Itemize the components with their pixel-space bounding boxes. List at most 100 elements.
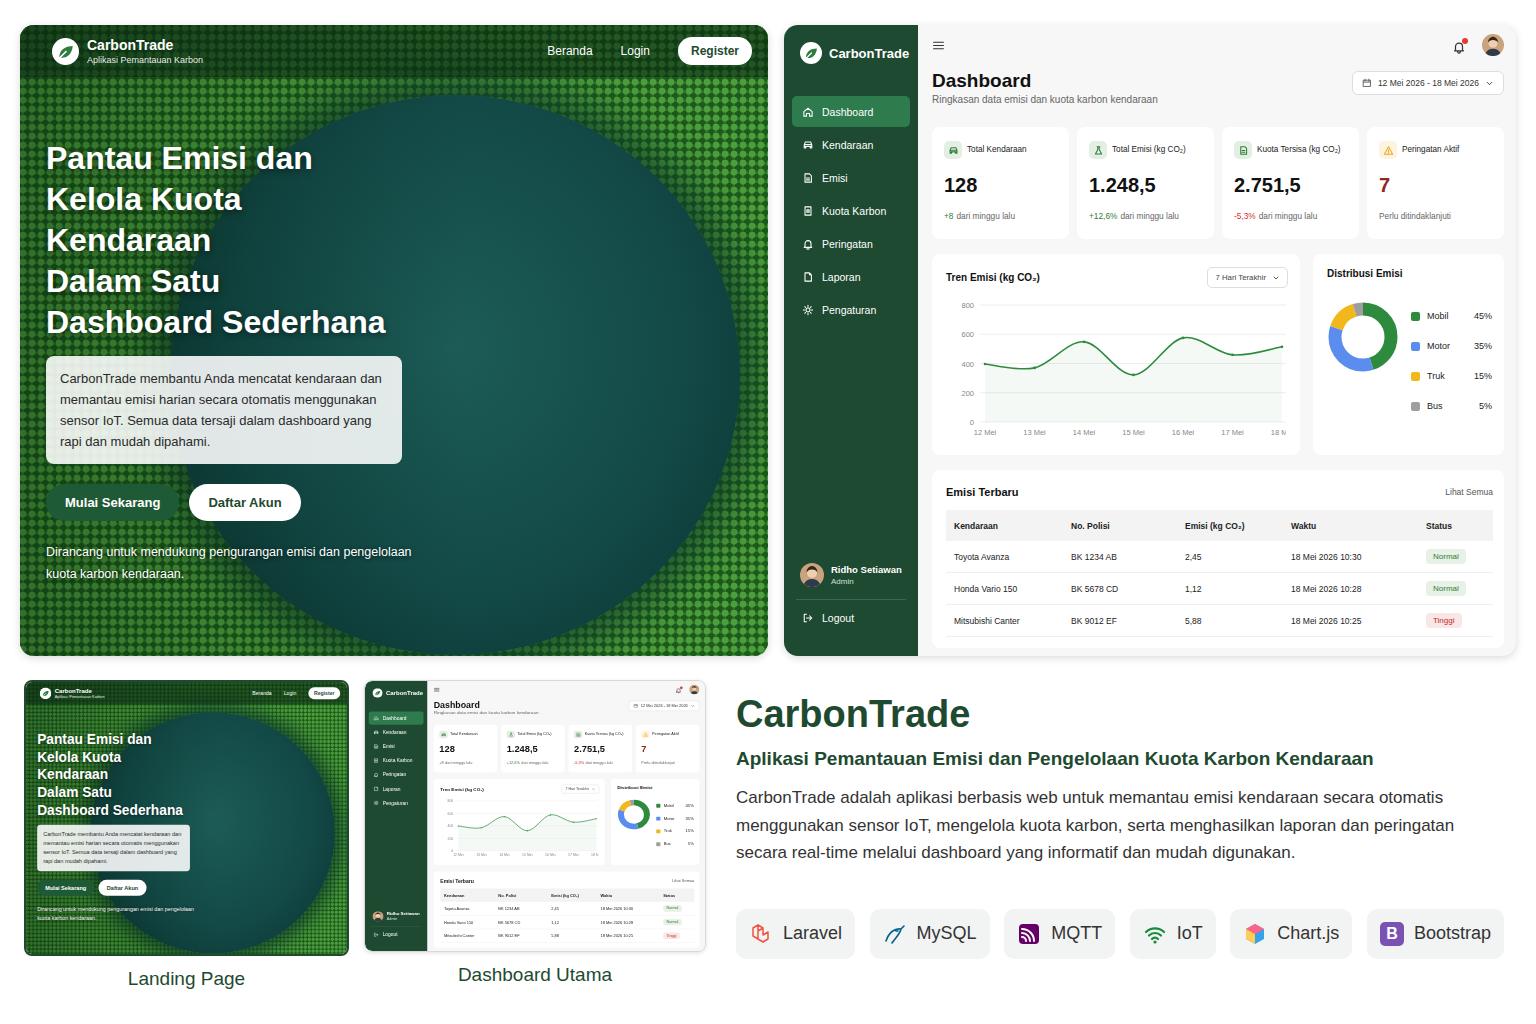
table-cell: Mitsubishi Canter — [444, 934, 498, 938]
x-label: 18 Mei — [1271, 428, 1286, 437]
stat-note-text: dari minggu lalu — [956, 211, 1015, 221]
bottom-row: CarbonTradeAplikasi Pemantauan KarbonBer… — [0, 656, 1536, 990]
data-point[interactable] — [573, 822, 574, 823]
data-point[interactable] — [504, 816, 505, 817]
sidebar-item[interactable]: Laporan — [369, 782, 424, 795]
sidebar-label: Pengaturan — [822, 304, 876, 316]
table-row[interactable]: Mitsubishi CanterBK 9012 EF5,8818 Mei 20… — [440, 929, 694, 943]
nav-link[interactable]: Login — [284, 690, 297, 696]
data-point[interactable] — [1132, 374, 1135, 377]
data-point[interactable] — [481, 827, 482, 828]
sidebar-item[interactable]: Emisi — [369, 740, 424, 753]
data-point[interactable] — [1231, 354, 1234, 357]
table-cell: 18 Mei 2026 10:30 — [600, 906, 663, 910]
legend-percent: 5% — [688, 842, 694, 846]
preview-thumbnail[interactable]: CarbonTradeDashboardKendaraanEmisiKuota … — [364, 680, 706, 952]
sidebar-item[interactable]: Dashboard — [369, 711, 424, 724]
car-icon — [948, 145, 959, 156]
table-row[interactable]: Mitsubishi CanterBK 9012 EF5,8818 Mei 20… — [946, 605, 1493, 637]
sidebar-item[interactable]: Peringatan — [792, 228, 910, 259]
hero-button[interactable]: Mulai Sekarang — [37, 880, 94, 896]
sidebar-item[interactable]: Pengaturan — [792, 294, 910, 325]
table-row[interactable]: Toyota AvanzaBK 1234 AB2,4518 Mei 2026 1… — [946, 541, 1493, 573]
donut-segment[interactable] — [621, 803, 647, 827]
sidebar-item[interactable]: Dashboard — [792, 96, 910, 127]
range-select[interactable]: 7 Hari Terakhir — [1207, 267, 1288, 288]
donut-segment[interactable] — [1335, 309, 1391, 365]
preview-thumbnail[interactable]: CarbonTradeAplikasi Pemantauan KarbonBer… — [24, 680, 349, 956]
avatar-icon — [689, 685, 699, 694]
notification-button[interactable] — [1452, 40, 1466, 54]
logout-button[interactable]: Logout — [369, 927, 424, 951]
sidebar-item[interactable]: Laporan — [792, 261, 910, 292]
range-select[interactable]: 7 Hari Terakhir — [562, 785, 599, 794]
donut-segment[interactable] — [1335, 309, 1391, 365]
data-point[interactable] — [1281, 346, 1284, 349]
headline-line: Kendaraan — [37, 766, 336, 784]
data-point[interactable] — [596, 818, 597, 819]
notification-button[interactable] — [675, 687, 682, 693]
status-badge: Tinggi — [663, 933, 679, 939]
logout-button[interactable]: Logout — [792, 600, 910, 656]
hero-button[interactable]: Mulai Sekarang — [46, 484, 179, 521]
stat-value: 7 — [1379, 173, 1494, 197]
nav-link[interactable]: Beranda — [252, 690, 271, 696]
date-range-picker[interactable]: 12 Mei 2026 - 18 Mei 2026 — [1352, 71, 1504, 95]
sidebar-item[interactable]: Kendaraan — [369, 726, 424, 739]
stat-note-text: dari minggu lalu — [521, 761, 548, 765]
donut-segment[interactable] — [621, 803, 647, 827]
user-name: Ridho Setiawan — [387, 911, 420, 917]
donut-segment[interactable] — [1335, 309, 1391, 365]
sidebar-item[interactable]: Pengaturan — [369, 796, 424, 809]
data-point[interactable] — [1033, 367, 1036, 370]
headline-line: Dalam Satu — [46, 261, 742, 302]
date-range-picker[interactable]: 12 Mei 2026 - 18 Mei 2026 — [629, 701, 700, 711]
sidebar-brand: CarbonTrade — [369, 687, 424, 698]
table-row[interactable]: Honda Vario 150BK 5678 CD1,1218 Mei 2026… — [440, 915, 694, 929]
sidebar-item[interactable]: Emisi — [792, 162, 910, 193]
data-point[interactable] — [1083, 341, 1086, 344]
menu-button[interactable] — [932, 38, 945, 56]
nav-link[interactable]: Login — [621, 44, 650, 58]
menu-button[interactable] — [434, 687, 440, 695]
sidebar-item[interactable]: Kuota Karbon — [792, 195, 910, 226]
user-profile[interactable]: Ridho SetiawanAdmin — [792, 563, 910, 599]
document-icon — [802, 172, 814, 184]
landing-page: CarbonTradeAplikasi Pemantauan KarbonBer… — [26, 682, 347, 954]
stat-note-text: dari minggu lalu — [1120, 211, 1179, 221]
legend-label: Bus — [664, 842, 688, 846]
stat-label: Kuota Tersisa (kg CO₂) — [585, 732, 624, 736]
sidebar-item[interactable]: Kendaraan — [792, 129, 910, 160]
donut-segment[interactable] — [621, 803, 647, 827]
hero-button[interactable]: Daftar Akun — [189, 484, 300, 521]
brand-tagline: Aplikasi Pemantauan Karbon — [87, 54, 203, 66]
profile-button[interactable] — [689, 685, 699, 696]
stat-label: Peringatan Aktif — [652, 732, 679, 736]
nav-link[interactable]: Beranda — [547, 44, 592, 58]
data-point[interactable] — [1182, 337, 1185, 340]
data-point[interactable] — [984, 363, 987, 366]
y-tick: 800 — [447, 799, 453, 803]
stat-note-text: Perlu ditindaklanjuti — [641, 761, 674, 765]
nav-button[interactable]: Register — [308, 687, 340, 699]
page-subtitle: Ringkasan data emisi dan kuota karbon ke… — [932, 93, 1158, 107]
data-point[interactable] — [458, 825, 459, 826]
see-all-link[interactable]: Lihat Semua — [1445, 487, 1493, 497]
data-point[interactable] — [527, 830, 528, 831]
nav-button[interactable]: Register — [678, 37, 752, 65]
table-row[interactable]: Honda Vario 150BK 5678 CD1,1218 Mei 2026… — [946, 573, 1493, 605]
donut-segment[interactable] — [1335, 309, 1391, 365]
user-profile[interactable]: Ridho SetiawanAdmin — [369, 911, 424, 926]
sidebar-item[interactable]: Peringatan — [369, 768, 424, 781]
see-all-link[interactable]: Lihat Semua — [672, 879, 694, 883]
profile-button[interactable] — [1482, 34, 1504, 60]
stat-icon-tile — [1089, 141, 1107, 159]
hero-button[interactable]: Daftar Akun — [99, 880, 147, 896]
avatar-icon — [800, 563, 824, 587]
flask-icon — [508, 732, 513, 737]
stat-note: +8dari minggu lalu — [439, 761, 492, 766]
donut-segment[interactable] — [621, 803, 647, 827]
table-row[interactable]: Toyota AvanzaBK 1234 AB2,4518 Mei 2026 1… — [440, 902, 694, 916]
data-point[interactable] — [550, 814, 551, 815]
sidebar-item[interactable]: Kuota Karbon — [369, 754, 424, 767]
